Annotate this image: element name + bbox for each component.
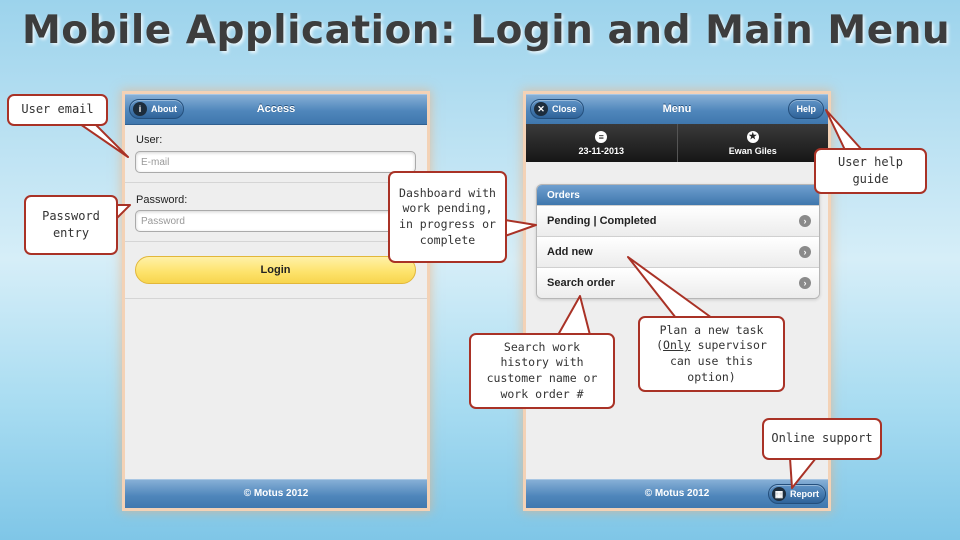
callout-text: Password entry bbox=[42, 208, 100, 240]
callout-text-emphasis: Only bbox=[663, 338, 691, 353]
callout-text: User help guide bbox=[837, 154, 904, 186]
callout-user-email: User email bbox=[7, 94, 108, 126]
callout-text: Online support bbox=[771, 431, 873, 446]
callout-user-help: User help guide bbox=[814, 148, 927, 194]
callout-plan-task: Plan a new task (Only supervisor can use… bbox=[638, 316, 785, 392]
pointer-user-email bbox=[79, 123, 129, 158]
pointer-dashboard bbox=[504, 219, 537, 237]
callout-text: Dashboard with work pending, in progress… bbox=[399, 185, 496, 247]
callout-online-support: Online support bbox=[762, 418, 882, 460]
callout-dashboard: Dashboard with work pending, in progress… bbox=[388, 171, 507, 263]
pointer-help bbox=[825, 109, 863, 151]
callout-text: Plan a new task (Only supervisor can use… bbox=[646, 323, 777, 385]
pointer-search bbox=[557, 295, 591, 336]
pointer-support bbox=[789, 457, 817, 489]
callout-text: User email bbox=[21, 102, 94, 117]
callout-password: Password entry bbox=[24, 195, 118, 255]
callout-search-history: Search work history with customer name o… bbox=[469, 333, 615, 409]
callout-text: Search work history with customer name o… bbox=[486, 339, 598, 401]
pointer-plan bbox=[627, 256, 713, 319]
